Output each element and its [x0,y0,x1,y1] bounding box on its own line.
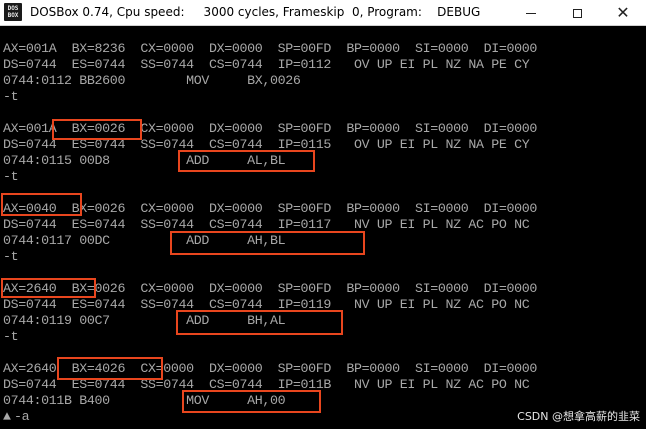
app-icon-text-bottom: BOX [7,12,19,19]
console-line: AX=0040 BX=0026 CX=0000 DX=0000 SP=00FD … [3,201,538,216]
console-line: AX=001A BX=0026 CX=0000 DX=0000 SP=00FD … [3,121,538,136]
window-title: DOSBox 0.74, Cpu speed: 3000 cycles, Fra… [30,5,481,19]
console-line: DS=0744 ES=0744 SS=0744 CS=0744 IP=011B … [3,377,530,392]
console-prompt: -t [3,329,19,344]
close-icon: ✕ [616,3,630,22]
minimize-button[interactable] [508,0,554,26]
dos-console[interactable]: AX=001A BX=8236 CX=0000 DX=0000 SP=00FD … [0,26,646,429]
console-line: 0744:0117 00DC ADD AH,BL [3,233,286,248]
console-line: 0744:011B B400 MOV AH,00 [3,393,286,408]
console-line: AX=2640 BX=0026 CX=0000 DX=0000 SP=00FD … [3,281,538,296]
console-prompt: -t [3,249,19,264]
console-prompt: -t [3,89,19,104]
title-bar: DOS BOX DOSBox 0.74, Cpu speed: 3000 cyc… [0,0,646,26]
console-line: AX=2640 BX=4026 CX=0000 DX=0000 SP=00FD … [3,361,538,376]
console-prompt: -t [3,169,19,184]
maximize-button[interactable] [554,0,600,26]
console-line: DS=0744 ES=0744 SS=0744 CS=0744 IP=0115 … [3,137,530,152]
dosbox-app-icon: DOS BOX [4,3,22,21]
console-line: DS=0744 ES=0744 SS=0744 CS=0744 IP=0119 … [3,297,530,312]
console-line: AX=001A BX=8236 CX=0000 DX=0000 SP=00FD … [3,41,538,56]
console-line: 0744:0119 00C7 ADD BH,AL [3,313,286,328]
console-line: DS=0744 ES=0744 SS=0744 CS=0744 IP=0112 … [3,57,530,72]
console-prompt: -a [14,409,30,424]
maximize-icon [572,8,582,18]
console-line: 0744:0112 BB2600 MOV BX,0026 [3,73,301,88]
console-line: 0744:0115 00D8 ADD AL,BL [3,153,286,168]
csdn-watermark: CSDN @想拿高薪的韭菜 [517,410,640,423]
app-icon-text-top: DOS [7,5,19,12]
close-button[interactable]: ✕ [600,0,646,26]
console-line: DS=0744 ES=0744 SS=0744 CS=0744 IP=0117 … [3,217,530,232]
minimize-icon [526,12,536,14]
console-cursor-icon: ▲ [3,409,11,424]
